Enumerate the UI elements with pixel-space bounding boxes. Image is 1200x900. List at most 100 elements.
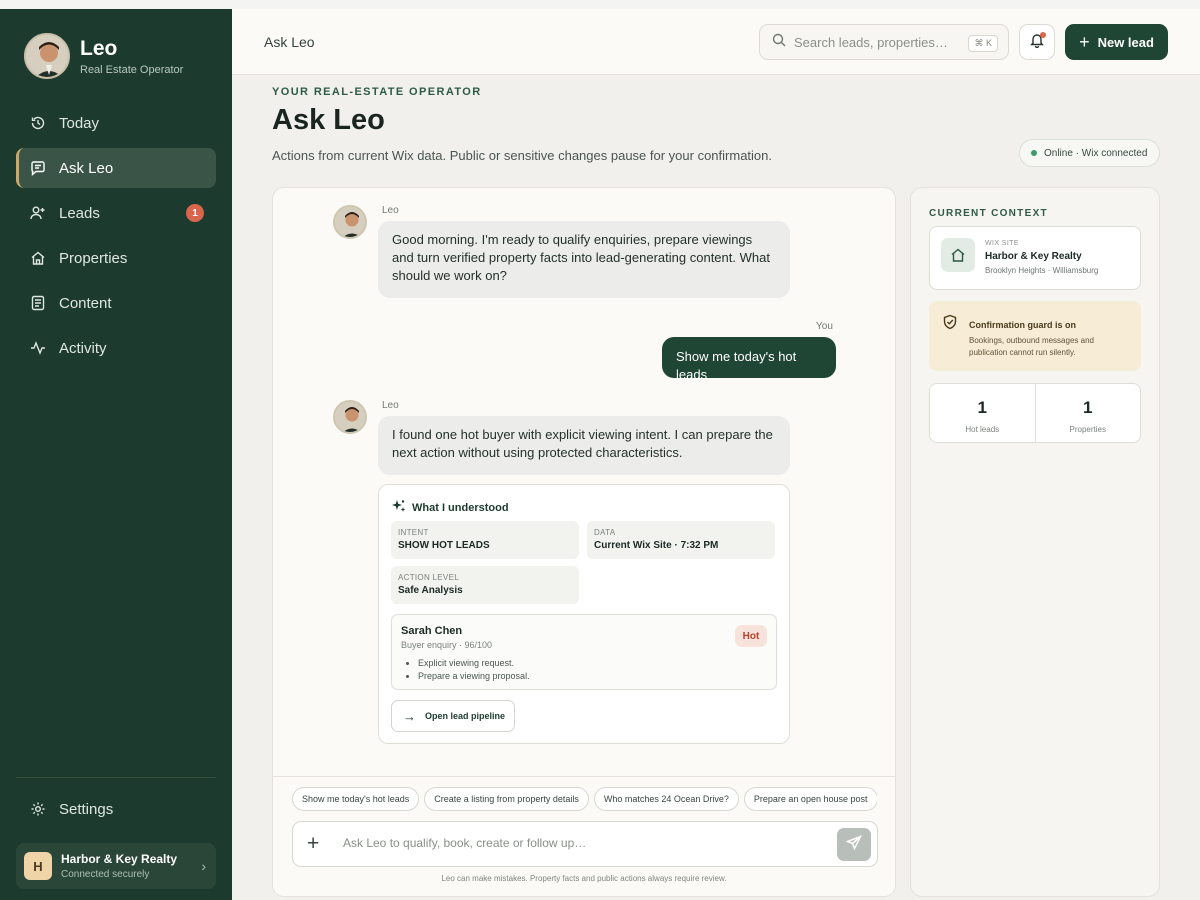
page-subtitle: Actions from current Wix data. Public or… (272, 148, 772, 163)
sidebar-item-label: Content (59, 294, 112, 312)
open-lead-pipeline-button[interactable]: → Open lead pipeline (391, 700, 515, 732)
lead-card[interactable]: Sarah Chen Buyer enquiry · 96/100 Explic… (391, 614, 777, 690)
message-sender: You (816, 321, 833, 332)
sidebar-divider (16, 777, 216, 778)
intent-field: Intent SHOW HOT LEADS (391, 521, 579, 559)
sidebar-item-label: Ask Leo (59, 159, 114, 177)
list-item: Explicit viewing request. (418, 657, 767, 670)
brand-name: Leo (80, 36, 118, 60)
suggestion-chip[interactable]: Show me today's hot leads (292, 787, 420, 811)
field-label: Data (594, 528, 616, 537)
data-field: Data Current Wix Site · 7:32 PM (587, 521, 775, 559)
online-dot (1031, 150, 1037, 156)
sidebar-item-label: Leads (59, 204, 100, 222)
sidebar-item-settings[interactable]: Settings (16, 789, 216, 829)
breadcrumb: Ask Leo (264, 34, 315, 50)
suggestion-chip[interactable]: Who matches 24 Ocean Drive? (593, 787, 739, 811)
stat-hot-leads: 1 Hot leads (930, 384, 1035, 442)
new-lead-button[interactable]: + New lead (1065, 24, 1168, 60)
search-box[interactable]: ⌘ K (759, 24, 1009, 60)
list-item: Prepare a viewing proposal. (418, 670, 767, 683)
context-title: CURRENT CONTEXT (929, 208, 1048, 219)
sidebar-item-label: Settings (59, 800, 114, 818)
field-label: Action Level (398, 573, 459, 582)
button-label: Open lead pipeline (425, 711, 506, 721)
guard-title: Confirmation guard is on (969, 320, 1076, 330)
new-lead-label: New lead (1097, 34, 1154, 50)
leo-avatar (333, 205, 367, 239)
sidebar-item-today[interactable]: Today (16, 103, 216, 143)
card-header: What I understood (392, 499, 509, 516)
chat-panel: Leo Good morning. I'm ready to qualify e… (272, 187, 896, 897)
field-value: Safe Analysis (398, 585, 463, 596)
sidebar-item-label: Today (59, 114, 100, 132)
notifications-button[interactable] (1019, 24, 1055, 60)
shield-check-icon (942, 314, 958, 335)
sidebar-item-label: Properties (59, 249, 128, 267)
context-panel: CURRENT CONTEXT WIX SITE Harbor & Key Re… (910, 187, 1160, 897)
field-label: Intent (398, 528, 429, 537)
confirmation-guard-card: Confirmation guard is on Bookings, outbo… (929, 301, 1141, 371)
field-value: SHOW HOT LEADS (398, 540, 490, 551)
send-icon (845, 835, 863, 854)
context-stats: 1 Hot leads 1 Properties (929, 383, 1141, 443)
plus-icon: + (1079, 31, 1090, 52)
brand-subtitle: Real Estate Operator (80, 63, 184, 76)
connection-status-text: Online · Wix connected (1044, 147, 1148, 159)
site-label: WIX SITE (985, 240, 1019, 247)
sidebar-item-leads[interactable]: Leads 1 (16, 193, 216, 233)
brand: Leo Real Estate Operator (24, 33, 183, 79)
page-eyebrow: YOUR REAL-ESTATE OPERATOR (272, 86, 482, 98)
sidebar-nav: Today Ask Leo Leads 1 Properties Content… (16, 103, 216, 373)
stat-label: Hot leads (965, 425, 1000, 434)
workspace-status: Connected securely (61, 869, 150, 880)
message-bubble: Good morning. I'm ready to qualify enqui… (378, 221, 790, 298)
top-header: Ask Leo ⌘ K + New lead (232, 9, 1200, 75)
lead-notes: Explicit viewing request. Prepare a view… (401, 657, 767, 683)
sidebar-item-activity[interactable]: Activity (16, 328, 216, 368)
user-plus-icon (29, 204, 47, 222)
sidebar-item-label: Activity (59, 339, 107, 357)
connection-status-badge: Online · Wix connected (1019, 139, 1160, 167)
chat-input-box: + (292, 821, 878, 867)
gear-icon (29, 800, 47, 818)
stat-value: 1 (1083, 398, 1093, 417)
sidebar-item-ask-leo[interactable]: Ask Leo (16, 148, 216, 188)
leo-avatar (24, 33, 70, 79)
attach-plus-icon[interactable]: + (307, 832, 319, 856)
sidebar-item-properties[interactable]: Properties (16, 238, 216, 278)
message-bubble: I found one hot buyer with explicit view… (378, 416, 790, 475)
wix-site-card[interactable]: WIX SITE Harbor & Key Realty Brooklyn He… (929, 226, 1141, 290)
hot-badge: Hot (735, 625, 767, 647)
search-shortcut: ⌘ K (968, 35, 998, 52)
suggestion-chip[interactable]: Prepare an open house post (743, 787, 877, 811)
stat-properties: 1 Properties (1034, 384, 1141, 442)
top-strip (0, 0, 1200, 9)
user-message-bubble: Show me today's hot leads (662, 337, 836, 382)
search-input[interactable] (794, 34, 954, 50)
sidebar-item-content[interactable]: Content (16, 283, 216, 323)
arrow-right-icon: → (403, 708, 416, 724)
site-location: Brooklyn Heights · Williamsburg (985, 266, 1099, 275)
workspace-name: Harbor & Key Realty (61, 852, 178, 866)
sparkle-icon (392, 499, 412, 516)
disclaimer: Leo can make mistakes. Property facts an… (441, 874, 727, 883)
sidebar: Leo Real Estate Operator Today Ask Leo L… (0, 9, 232, 900)
lead-name: Sarah Chen (401, 625, 463, 637)
home-icon (29, 249, 47, 267)
action-level-field: Action Level Safe Analysis (391, 566, 579, 604)
chat-input[interactable] (343, 836, 823, 850)
page-title: Ask Leo (272, 104, 385, 136)
message-sender: Leo (382, 205, 399, 216)
workspace-switcher[interactable]: H Harbor & Key Realty Connected securely… (16, 843, 216, 889)
site-name: Harbor & Key Realty (985, 251, 1082, 262)
house-icon (941, 238, 975, 272)
suggestion-chips: Show me today's hot leads Create a listin… (292, 787, 877, 813)
leo-avatar (333, 400, 367, 434)
document-icon (29, 294, 47, 312)
chat-composer: Show me today's hot leads Create a listin… (273, 776, 895, 896)
chat-icon (29, 159, 47, 177)
card-title: What I understood (412, 501, 509, 514)
send-button[interactable] (837, 828, 871, 861)
suggestion-chip[interactable]: Create a listing from property details (424, 787, 589, 811)
